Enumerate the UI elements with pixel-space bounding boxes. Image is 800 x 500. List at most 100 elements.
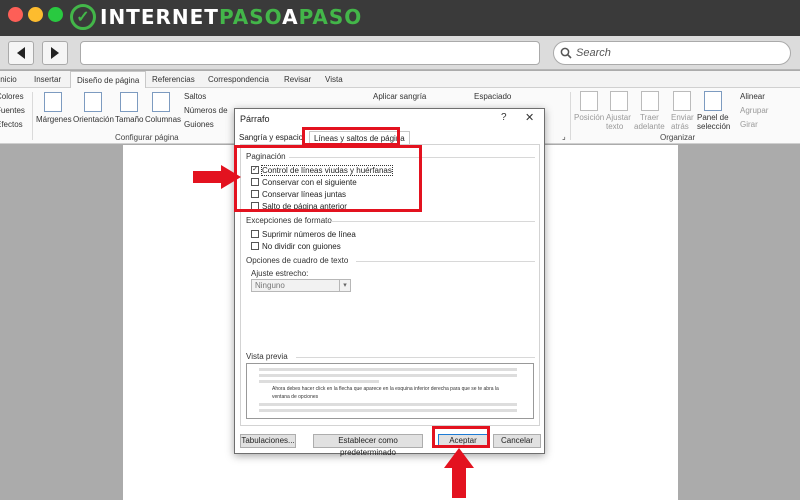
highlight-pagination-section: [234, 145, 422, 212]
preview-line: [259, 368, 517, 371]
set-default-button[interactable]: Establecer como predeterminado: [313, 434, 423, 457]
send-backward-icon: [673, 91, 691, 111]
tab-correspondencia[interactable]: Correspondencia: [208, 71, 269, 88]
breaks-button[interactable]: Saltos: [184, 92, 206, 101]
ribbon-separator: [32, 92, 33, 140]
help-button[interactable]: ?: [501, 112, 507, 123]
ribbon-tabs: Inicio Insertar Diseño de página Referen…: [0, 71, 800, 88]
preview-line: [259, 380, 379, 383]
highlight-active-tab: [302, 127, 400, 146]
columns-button[interactable]: Columnas: [145, 115, 181, 124]
line-numbers-button[interactable]: Números de: [184, 106, 228, 115]
exceptions-heading: Excepciones de formato: [246, 216, 332, 225]
themes-effects[interactable]: Efectos: [0, 120, 23, 129]
suppress-line-numbers-checkbox[interactable]: Suprimir números de línea: [251, 229, 356, 239]
cancel-button[interactable]: Cancelar: [493, 434, 541, 448]
checkbox-label: No dividir con guiones: [262, 241, 341, 251]
preview-line: [259, 409, 517, 412]
logo-text-paso-2: PASO: [298, 5, 363, 29]
checkbox-empty-icon: [251, 230, 259, 238]
logo-text-internet: INTERNET: [100, 5, 219, 29]
forward-arrow-icon: [51, 47, 59, 59]
forward-button[interactable]: [42, 41, 68, 65]
margins-icon: [44, 92, 62, 112]
send-backward-button-line2: atrás: [671, 122, 689, 131]
preview-line: [259, 403, 517, 406]
back-arrow-icon: [17, 47, 25, 59]
rotate-button[interactable]: Girar: [740, 120, 758, 129]
bring-forward-icon: [641, 91, 659, 111]
themes-fonts[interactable]: Fuentes: [0, 106, 25, 115]
position-button[interactable]: Posición: [574, 113, 604, 122]
chevron-down-icon: ▾: [339, 280, 350, 291]
tabs-button[interactable]: Tabulaciones...: [240, 434, 296, 448]
orientation-button[interactable]: Orientación: [73, 115, 114, 124]
tab-vista[interactable]: Vista: [325, 71, 343, 88]
check-logo-icon: ✓: [70, 4, 96, 30]
wrap-text-button-line2: texto: [606, 122, 624, 131]
highlight-ok-button: [432, 426, 490, 448]
tab-indents-spacing[interactable]: Sangría y espacio: [239, 131, 303, 145]
bring-forward-button[interactable]: Traer: [640, 113, 659, 122]
checkbox-empty-icon: [251, 242, 259, 250]
logo-text-paso: PASO: [218, 5, 283, 29]
indent-label: Aplicar sangría: [373, 92, 427, 101]
close-button[interactable]: ✕: [525, 111, 534, 124]
tab-insertar[interactable]: Insertar: [34, 71, 61, 88]
checkbox-label: Suprimir números de línea: [262, 229, 356, 239]
divider: [331, 221, 535, 222]
group-button[interactable]: Agrupar: [740, 106, 768, 115]
address-bar[interactable]: [80, 41, 540, 65]
group-label-page-setup: Configurar página: [115, 133, 179, 142]
preview-box: Ahora debes hacer click en la flecha que…: [246, 363, 534, 419]
selection-pane-button[interactable]: Panel de: [697, 113, 729, 122]
minimize-window-button[interactable]: [28, 7, 43, 22]
red-arrow-right-icon: [193, 165, 241, 189]
dialog-title: Párrafo: [240, 114, 270, 124]
wrap-text-button[interactable]: Ajustar: [606, 113, 631, 122]
tab-revisar[interactable]: Revisar: [284, 71, 311, 88]
bring-forward-button-line2: adelante: [634, 122, 665, 131]
divider: [296, 357, 535, 358]
close-window-button[interactable]: [8, 7, 23, 22]
orientation-icon: [84, 92, 102, 112]
ribbon-separator: [570, 92, 571, 140]
maximize-window-button[interactable]: [48, 7, 63, 22]
browser-titlebar: ✓ INTERNETPASOAPASO: [0, 0, 800, 36]
themes-colors[interactable]: Colores: [0, 92, 24, 101]
columns-icon: [152, 92, 170, 112]
size-button[interactable]: Tamaño: [115, 115, 143, 124]
search-field[interactable]: Search: [553, 41, 791, 65]
textbox-options-heading: Opciones de cuadro de texto: [246, 256, 349, 265]
tab-diseno-de-pagina[interactable]: Diseño de página: [70, 71, 147, 88]
send-backward-button[interactable]: Enviar: [671, 113, 694, 122]
search-icon: [560, 47, 572, 59]
wrap-text-icon: [610, 91, 628, 111]
preview-heading: Vista previa: [246, 352, 288, 361]
tight-wrap-select[interactable]: Ninguno ▾: [251, 279, 351, 292]
tight-wrap-value: Ninguno: [255, 281, 285, 290]
tab-referencias[interactable]: Referencias: [152, 71, 195, 88]
align-button[interactable]: Alinear: [740, 92, 765, 101]
tight-wrap-label: Ajuste estrecho:: [251, 269, 309, 278]
dont-hyphenate-checkbox[interactable]: No dividir con guiones: [251, 241, 341, 251]
preview-line: [259, 374, 517, 377]
tab-inicio[interactable]: Inicio: [0, 71, 17, 88]
red-arrow-up-icon: [444, 448, 474, 498]
size-icon: [120, 92, 138, 112]
selection-pane-icon: [704, 91, 722, 111]
back-button[interactable]: [8, 41, 34, 65]
spacing-label: Espaciado: [474, 92, 512, 101]
site-logo[interactable]: ✓ INTERNETPASOAPASO: [70, 4, 362, 30]
position-icon: [580, 91, 598, 111]
selection-pane-button-line2: selección: [697, 122, 731, 131]
paragraph-dialog-launcher-icon[interactable]: ⌟: [562, 132, 566, 141]
divider: [356, 261, 535, 262]
hyphenation-button[interactable]: Guiones: [184, 120, 214, 129]
preview-sample-text: Ahora debes hacer click en la flecha que…: [272, 386, 499, 400]
search-placeholder: Search: [576, 47, 611, 59]
browser-navbar: Search: [0, 36, 800, 70]
group-label-arrange: Organizar: [660, 133, 696, 142]
margins-button[interactable]: Márgenes: [36, 115, 72, 124]
logo-text-a: A: [282, 5, 299, 29]
